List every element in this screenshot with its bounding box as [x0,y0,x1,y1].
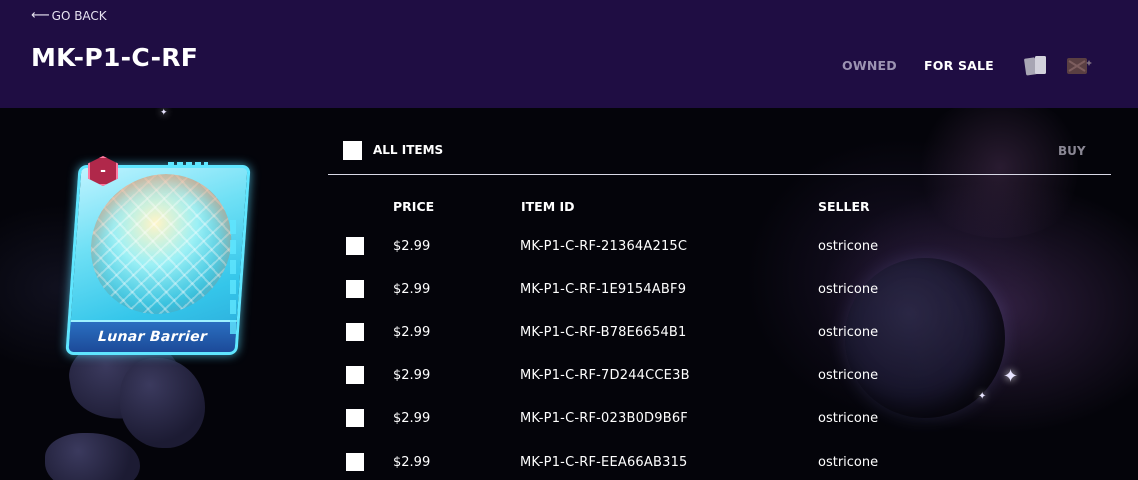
row-price: $2.99 [393,282,431,297]
select-all-checkbox[interactable] [343,141,362,160]
page-header: ⟵ GO BACK MK-P1-C-RF OWNED FOR SALE [0,0,1138,108]
row-price: $2.99 [393,455,431,470]
card-frame-ticks [168,162,208,168]
buy-button[interactable]: BUY [1058,144,1086,158]
sparkle-icon: ✦ [160,108,168,118]
row-seller: ostricone [818,239,879,254]
row-item-id: MK-P1-C-RF-1E9154ABF9 [520,282,687,297]
column-header-price: PRICE [393,199,435,214]
row-checkbox[interactable] [346,409,364,427]
row-seller: ostricone [818,411,879,426]
go-back-link[interactable]: ⟵ GO BACK [31,8,107,23]
row-seller: ostricone [818,325,879,340]
table-row: $2.99 MK-P1-C-RF-1E9154ABF9 ostricone [0,280,1138,323]
row-item-id: MK-P1-C-RF-21364A215C [520,239,688,254]
row-item-id: MK-P1-C-RF-7D244CCE3B [520,368,690,383]
tab-owned[interactable]: OWNED [842,58,897,73]
table-row: $2.99 MK-P1-C-RF-023B0D9B6F ostricone [0,409,1138,452]
row-item-id: MK-P1-C-RF-EEA66AB315 [520,455,688,470]
table-row: $2.99 MK-P1-C-RF-B78E6654B1 ostricone [0,323,1138,366]
go-back-label: GO BACK [51,8,107,23]
divider [328,174,1111,175]
page-title: MK-P1-C-RF [31,43,199,72]
arrow-left-icon: ⟵ [31,8,50,23]
row-item-id: MK-P1-C-RF-B78E6654B1 [520,325,687,340]
row-price: $2.99 [393,325,431,340]
row-price: $2.99 [393,368,431,383]
select-all-label: ALL ITEMS [373,143,444,157]
column-header-seller: SELLER [818,199,870,214]
table-row: $2.99 MK-P1-C-RF-EEA66AB315 ostricone [0,453,1138,480]
cards-stack-icon[interactable] [1022,52,1052,80]
row-checkbox[interactable] [346,453,364,471]
row-price: $2.99 [393,239,431,254]
table-row: $2.99 MK-P1-C-RF-7D244CCE3B ostricone [0,366,1138,409]
row-checkbox[interactable] [346,366,364,384]
row-seller: ostricone [818,368,879,383]
row-seller: ostricone [818,282,879,297]
row-checkbox[interactable] [346,237,364,255]
row-item-id: MK-P1-C-RF-023B0D9B6F [520,411,688,426]
row-price: $2.99 [393,411,431,426]
tab-for-sale[interactable]: FOR SALE [924,58,994,73]
row-checkbox[interactable] [346,280,364,298]
column-header-item-id: ITEM ID [521,199,575,214]
table-row: $2.99 MK-P1-C-RF-21364A215C ostricone [0,237,1138,280]
row-checkbox[interactable] [346,323,364,341]
pack-icon[interactable] [1063,52,1093,80]
row-seller: ostricone [818,455,879,470]
nebula-decoration [910,108,1090,238]
